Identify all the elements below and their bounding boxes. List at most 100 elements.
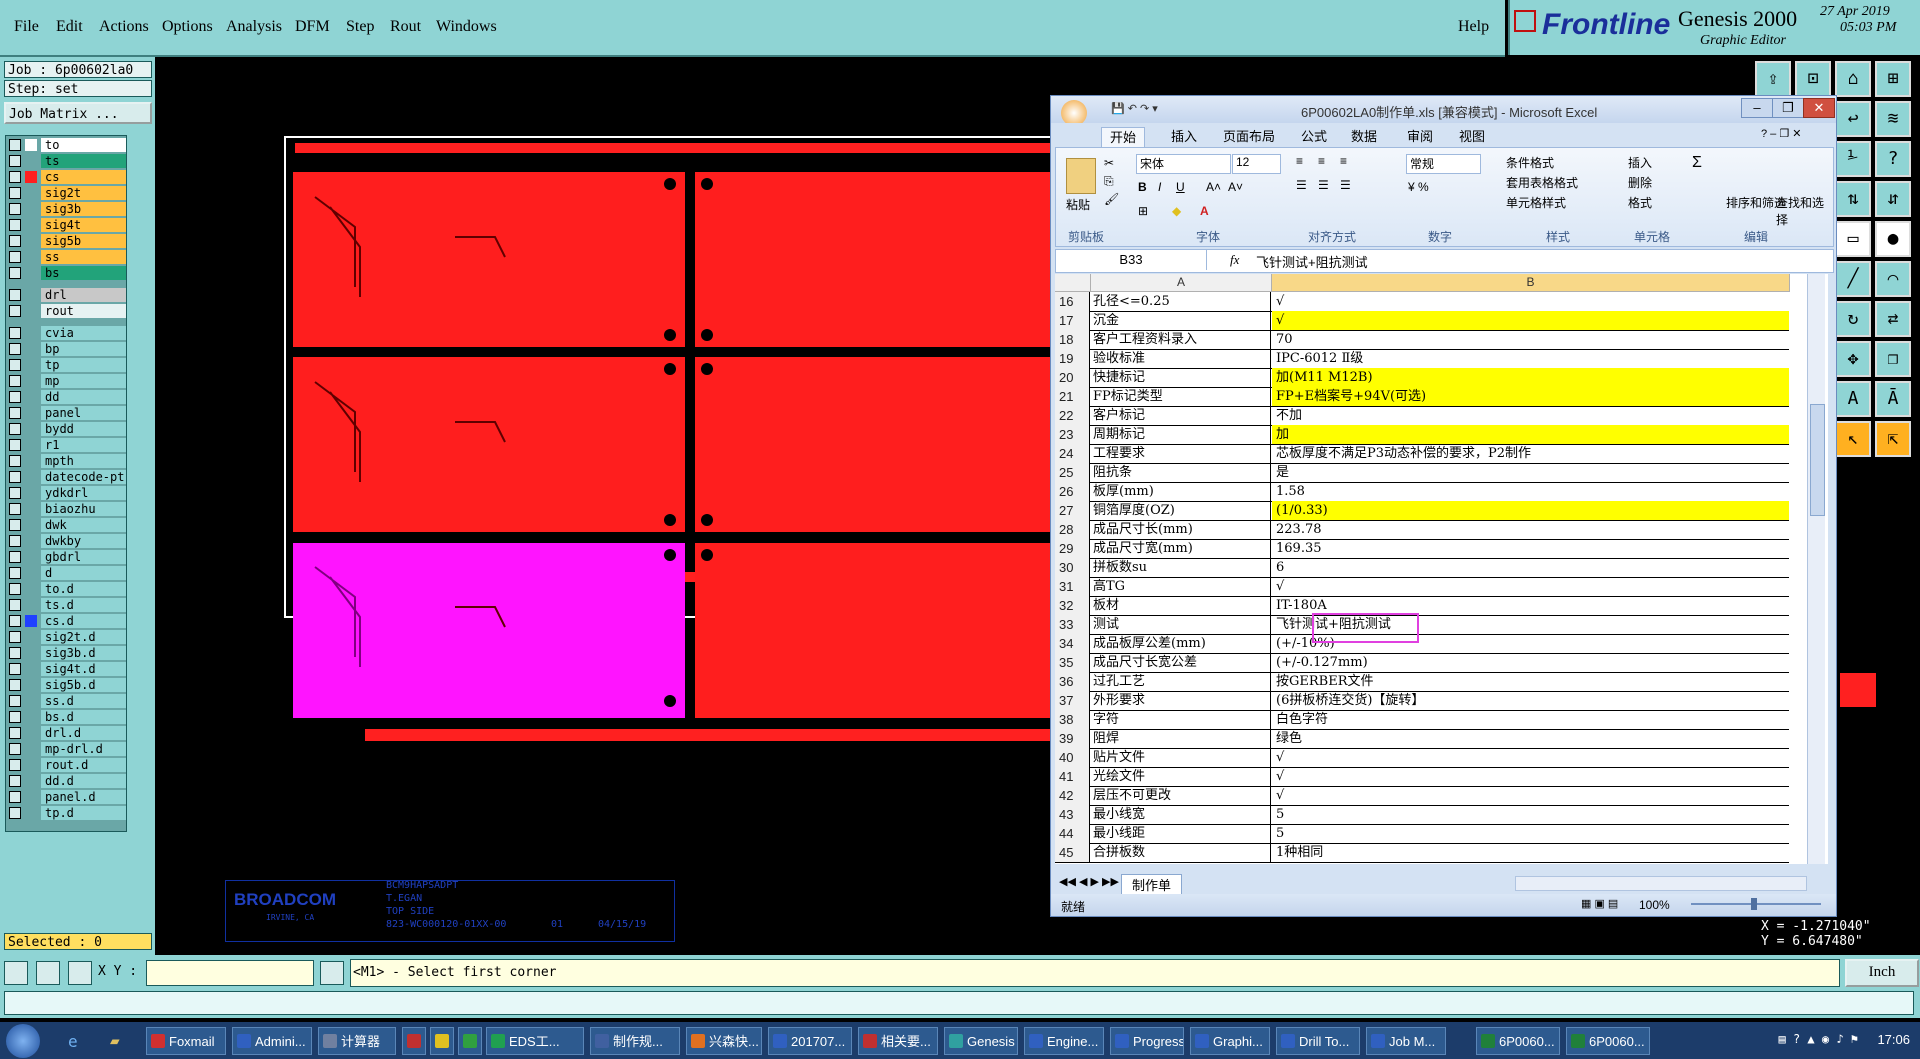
menu-windows[interactable]: Windows [436,18,497,36]
cell-b[interactable]: √ [1272,292,1789,311]
rotate-icon[interactable]: ↻ [1835,301,1871,337]
minimize-icon[interactable]: – [1741,98,1773,118]
number-format-select[interactable]: 常规 [1406,154,1481,174]
layer-name[interactable]: r1 [41,438,126,452]
taskbar-item[interactable]: 201707... [768,1027,852,1055]
cell-styles-button[interactable]: 单元格样式 [1506,194,1566,211]
cell-b[interactable]: √ [1272,311,1789,330]
row-number[interactable]: 45 [1055,843,1090,862]
cell-a[interactable]: 快捷标记 [1091,368,1271,387]
layer-row[interactable]: sig2t [6,186,126,200]
cell-b[interactable]: 223.78 [1272,520,1789,539]
tab-page-layout[interactable]: 页面布局 [1223,127,1275,147]
cell-a[interactable]: 合拼板数 [1091,843,1271,862]
job-matrix-button[interactable]: Job Matrix ... [4,102,152,124]
move-icon[interactable]: ✥ [1835,341,1871,377]
taskbar-item[interactable]: EDS工... [486,1027,584,1055]
layer-name[interactable]: bp [41,342,126,356]
layer-name[interactable]: sig4t [41,218,126,232]
taskbar-item[interactable] [402,1027,426,1055]
layer-display-checkbox[interactable] [9,407,21,419]
cell-b[interactable]: (6拼板桥连交货)【旋转】 [1272,691,1789,710]
layer-work-marker[interactable] [25,695,37,707]
row-number[interactable]: 29 [1055,539,1090,558]
layer-display-checkbox[interactable] [9,759,21,771]
vertical-scrollbar[interactable] [1807,274,1825,864]
layer-row[interactable]: dd.d [6,774,126,788]
layer-work-marker[interactable] [25,375,37,387]
restore-icon[interactable]: ❐ [1772,98,1804,118]
layer-name[interactable]: to.d [41,582,126,596]
layer-work-marker[interactable] [25,631,37,643]
layer-name[interactable]: tp.d [41,806,126,820]
layer-name[interactable]: ts [41,154,126,168]
arc-icon[interactable]: ⌒ [1875,261,1911,297]
menu-analysis[interactable]: Analysis [226,18,282,36]
underline-icon[interactable]: U [1176,180,1185,194]
cell-b[interactable]: 1种相同 [1272,843,1789,862]
layer-row[interactable]: d [6,566,126,580]
layer-row[interactable]: sig5b.d [6,678,126,692]
row-number[interactable]: 40 [1055,748,1090,767]
layer-display-checkbox[interactable] [9,695,21,707]
layer-display-checkbox[interactable] [9,599,21,611]
taskbar-item[interactable]: Admini... [232,1027,312,1055]
layer-work-marker[interactable] [25,567,37,579]
cell-a[interactable]: 成品板厚公差(mm) [1091,634,1271,653]
close-icon[interactable]: ✕ [1803,98,1835,118]
layer-row[interactable]: bp [6,342,126,356]
insert-cells-button[interactable]: 插入 [1628,154,1652,171]
layer-work-marker[interactable] [25,471,37,483]
layer-display-checkbox[interactable] [9,647,21,659]
align-right-icon[interactable]: ☰ [1340,178,1351,192]
measure-icon[interactable]: ▭ [1835,221,1871,257]
layer-display-checkbox[interactable] [9,155,21,167]
menu-actions[interactable]: Actions [99,18,149,36]
taskbar-item[interactable] [430,1027,454,1055]
font-name-select[interactable]: 宋体 [1136,154,1231,174]
row-number[interactable]: 36 [1055,672,1090,691]
ie-icon[interactable]: e [68,1032,78,1051]
layer-name[interactable]: cs.d [41,614,126,628]
layer-work-marker[interactable] [25,203,37,215]
taskbar-item[interactable]: Engine... [1024,1027,1104,1055]
layer-row[interactable]: bs.d [6,710,126,724]
grid-mode-icon[interactable] [68,961,92,985]
cell-a[interactable]: 阻焊 [1091,729,1271,748]
tab-data[interactable]: 数据 [1351,127,1377,147]
layer-work-marker[interactable] [25,743,37,755]
taskbar-item[interactable]: 6P0060... [1476,1027,1560,1055]
layer-work-marker[interactable] [25,391,37,403]
layer-display-checkbox[interactable] [9,663,21,675]
cell-a[interactable]: 贴片文件 [1091,748,1271,767]
layer-display-checkbox[interactable] [9,203,21,215]
layer-display-checkbox[interactable] [9,583,21,595]
layer-display-checkbox[interactable] [9,535,21,547]
paste-button[interactable]: 粘贴 [1066,196,1090,213]
fill-color-icon[interactable]: ◆ [1172,204,1181,218]
layer-row[interactable]: ts [6,154,126,168]
layer-up-icon[interactable]: ⇅ [1835,181,1871,217]
cell-b[interactable]: (1/0.33) [1272,501,1789,520]
layer-name[interactable]: dd [41,390,126,404]
layer-display-checkbox[interactable] [9,343,21,355]
layer-work-marker[interactable] [25,343,37,355]
row-number[interactable]: 30 [1055,558,1090,577]
row-number[interactable]: 37 [1055,691,1090,710]
row-number[interactable]: 41 [1055,767,1090,786]
cell-b[interactable]: 是 [1272,463,1789,482]
layer-work-marker[interactable] [25,439,37,451]
layer-row[interactable]: cs [6,170,126,184]
menu-edit[interactable]: Edit [56,18,83,36]
cell-b[interactable]: 不加 [1272,406,1789,425]
layer-row[interactable]: tp.d [6,806,126,820]
cell-b[interactable]: 加 [1272,425,1789,444]
xy-input[interactable] [146,960,314,986]
layer-display-checkbox[interactable] [9,423,21,435]
column-header-a[interactable]: A [1091,274,1272,292]
layer-display-checkbox[interactable] [9,251,21,263]
text-edit-icon[interactable]: Ā [1875,381,1911,417]
cell-a[interactable]: 外形要求 [1091,691,1271,710]
ribbon-help-icon[interactable]: ? – ❐ ✕ [1761,127,1801,140]
redraw-icon[interactable]: ≋ [1875,101,1911,137]
